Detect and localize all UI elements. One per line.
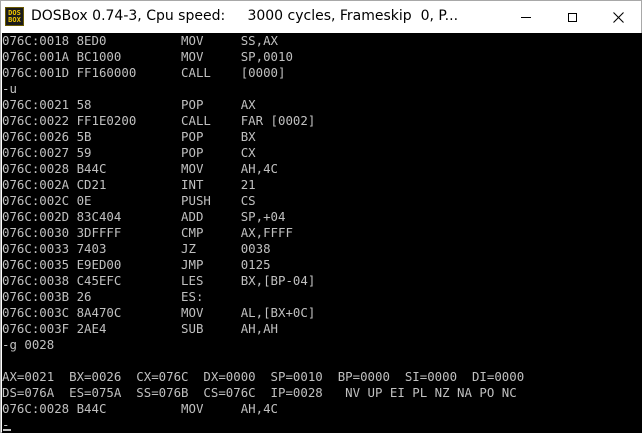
console-line: 076C:0026 5B POP BX <box>2 129 256 144</box>
dosbox-app-icon[interactable]: DOS BOX <box>5 7 24 26</box>
app-icon-text-bottom: BOX <box>8 15 21 24</box>
minimize-button[interactable] <box>503 1 549 33</box>
register-line-2: DS=076A ES=075A SS=076B CS=076C IP=0028 … <box>2 385 517 400</box>
console-line: 076C:002A CD21 INT 21 <box>2 177 256 192</box>
console-line: 076C:002D 83C404 ADD SP,+04 <box>2 209 286 224</box>
console-line: 076C:0035 E9ED00 JMP 0125 <box>2 257 271 272</box>
console-line: 076C:0028 B44C MOV AH,4C <box>2 161 279 176</box>
console-line: -g 0028 <box>2 337 55 352</box>
console-line: 076C:001A BC1000 MOV SP,0010 <box>2 49 293 64</box>
console-line: 076C:0022 FF1E0200 CALL FAR [0002] <box>2 113 316 128</box>
console-line: 076C:003B 26 ES: <box>2 289 204 304</box>
console-line: 076C:0033 7403 JZ 0038 <box>2 241 271 256</box>
console-line: 076C:0038 C45EFC LES BX,[BP-04] <box>2 273 316 288</box>
close-icon <box>612 11 624 23</box>
text-cursor <box>3 429 11 431</box>
dosbox-window: DOS BOX DOSBox 0.74-3, Cpu speed: 3000 c… <box>0 0 642 433</box>
window-title: DOSBox 0.74-3, Cpu speed: 3000 cycles, F… <box>31 8 459 24</box>
console-line: 076C:003C 8A470C MOV AL,[BX+0C] <box>2 305 316 320</box>
minimize-icon <box>521 16 531 18</box>
console-line: 076C:002C 0E PUSH CS <box>2 193 256 208</box>
console-line: 076C:0021 58 POP AX <box>2 97 256 112</box>
console-line: 076C:0030 3DFFFF CMP AX,FFFF <box>2 225 293 240</box>
console-line: 076C:001D FF160000 CALL [0000] <box>2 65 286 80</box>
title-bar[interactable]: DOS BOX DOSBox 0.74-3, Cpu speed: 3000 c… <box>1 1 641 33</box>
console-line: -u <box>2 81 17 96</box>
close-button[interactable] <box>595 1 641 33</box>
console-line: 076C:0028 B44C MOV AH,4C <box>2 401 279 416</box>
maximize-button[interactable] <box>549 1 595 33</box>
console-line: 076C:0018 8ED0 MOV SS,AX <box>2 33 279 48</box>
dos-console[interactable]: 076C:0018 8ED0 MOV SS,AX 076C:001A BC100… <box>2 33 642 433</box>
maximize-icon <box>567 12 577 22</box>
register-line-1: AX=0021 BX=0026 CX=076C DX=0000 SP=0010 … <box>2 369 525 384</box>
console-line: 076C:0027 59 POP CX <box>2 145 256 160</box>
console-line: 076C:003F 2AE4 SUB AH,AH <box>2 321 279 336</box>
